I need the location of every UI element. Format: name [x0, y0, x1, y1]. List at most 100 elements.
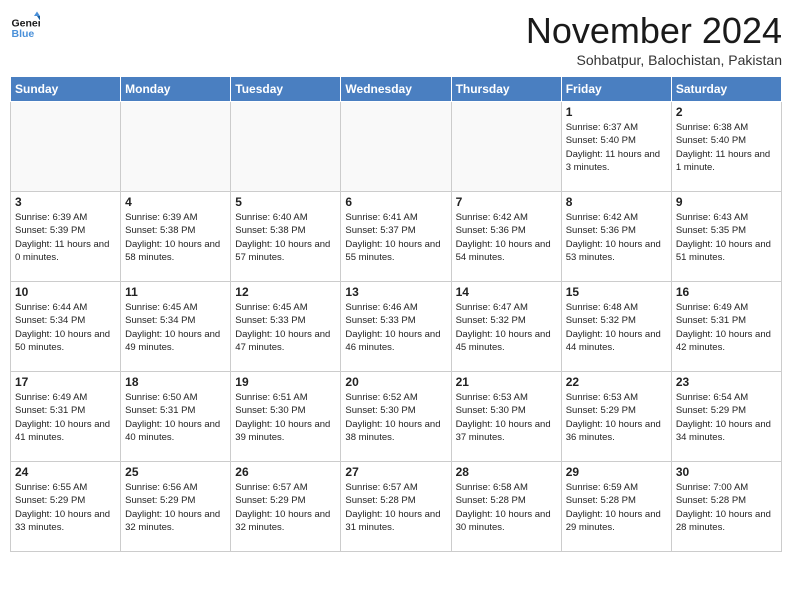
calendar-cell: 22Sunrise: 6:53 AM Sunset: 5:29 PM Dayli… — [561, 372, 671, 462]
day-number: 7 — [456, 195, 557, 209]
day-info: Sunrise: 6:49 AM Sunset: 5:31 PM Dayligh… — [676, 301, 777, 354]
day-number: 29 — [566, 465, 667, 479]
day-info: Sunrise: 6:44 AM Sunset: 5:34 PM Dayligh… — [15, 301, 116, 354]
day-info: Sunrise: 7:00 AM Sunset: 5:28 PM Dayligh… — [676, 481, 777, 534]
calendar-cell — [231, 102, 341, 192]
day-info: Sunrise: 6:41 AM Sunset: 5:37 PM Dayligh… — [345, 211, 446, 264]
day-number: 28 — [456, 465, 557, 479]
weekday-header-friday: Friday — [561, 77, 671, 102]
day-number: 12 — [235, 285, 336, 299]
calendar-cell: 13 Sunrise: 6:46 AM Sunset: 5:33 PM Dayli… — [341, 282, 451, 372]
day-number: 6 — [345, 195, 446, 209]
calendar-cell: 5Sunrise: 6:40 AM Sunset: 5:38 PM Daylig… — [231, 192, 341, 282]
calendar-cell: 21 Sunrise: 6:53 AM Sunset: 5:30 PM Dayli… — [451, 372, 561, 462]
day-number: 19 — [235, 375, 336, 389]
day-info: Sunrise: 6:55 AM Sunset: 5:29 PM Dayligh… — [15, 481, 116, 534]
day-info: Sunrise: 6:45 AM Sunset: 5:34 PM Dayligh… — [125, 301, 226, 354]
day-number: 13 — [345, 285, 446, 299]
day-info: Sunrise: 6:40 AM Sunset: 5:38 PM Dayligh… — [235, 211, 336, 264]
day-number: 25 — [125, 465, 226, 479]
day-number: 10 — [15, 285, 116, 299]
day-info: Sunrise: 6:37 AM Sunset: 5:40 PM Dayligh… — [566, 121, 667, 174]
day-number: 15 — [566, 285, 667, 299]
day-number: 26 — [235, 465, 336, 479]
calendar-cell: 14 Sunrise: 6:47 AM Sunset: 5:32 PM Dayli… — [451, 282, 561, 372]
month-title: November 2024 — [526, 10, 782, 52]
day-info: Sunrise: 6:42 AM Sunset: 5:36 PM Dayligh… — [566, 211, 667, 264]
day-info: Sunrise: 6:59 AM Sunset: 5:28 PM Dayligh… — [566, 481, 667, 534]
day-number: 14 — [456, 285, 557, 299]
day-info: Sunrise: 6:53 AM Sunset: 5:30 PM Dayligh… — [456, 391, 557, 444]
day-info: Sunrise: 6:49 AM Sunset: 5:31 PM Dayligh… — [15, 391, 116, 444]
calendar-cell: 23Sunrise: 6:54 AM Sunset: 5:29 PM Dayli… — [671, 372, 781, 462]
calendar-cell — [11, 102, 121, 192]
day-number: 24 — [15, 465, 116, 479]
day-number: 20 — [345, 375, 446, 389]
day-info: Sunrise: 6:42 AM Sunset: 5:36 PM Dayligh… — [456, 211, 557, 264]
day-number: 2 — [676, 105, 777, 119]
day-number: 8 — [566, 195, 667, 209]
day-info: Sunrise: 6:43 AM Sunset: 5:35 PM Dayligh… — [676, 211, 777, 264]
weekday-header-monday: Monday — [121, 77, 231, 102]
calendar-week-5: 24 Sunrise: 6:55 AM Sunset: 5:29 PM Dayli… — [11, 462, 782, 552]
calendar-cell: 12 Sunrise: 6:45 AM Sunset: 5:33 PM Dayli… — [231, 282, 341, 372]
day-number: 30 — [676, 465, 777, 479]
calendar-header-row: SundayMondayTuesdayWednesdayThursdayFrid… — [11, 77, 782, 102]
calendar-cell: 26 Sunrise: 6:57 AM Sunset: 5:29 PM Dayli… — [231, 462, 341, 552]
calendar-cell: 6 Sunrise: 6:41 AM Sunset: 5:37 PM Daylig… — [341, 192, 451, 282]
calendar-week-1: 1 Sunrise: 6:37 AM Sunset: 5:40 PM Daylig… — [11, 102, 782, 192]
calendar-cell — [121, 102, 231, 192]
calendar-cell: 19 Sunrise: 6:51 AM Sunset: 5:30 PM Dayli… — [231, 372, 341, 462]
day-info: Sunrise: 6:39 AM Sunset: 5:38 PM Dayligh… — [125, 211, 226, 264]
weekday-header-sunday: Sunday — [11, 77, 121, 102]
day-number: 11 — [125, 285, 226, 299]
day-info: Sunrise: 6:48 AM Sunset: 5:32 PM Dayligh… — [566, 301, 667, 354]
calendar-cell: 10 Sunrise: 6:44 AM Sunset: 5:34 PM Dayli… — [11, 282, 121, 372]
calendar-cell: 16Sunrise: 6:49 AM Sunset: 5:31 PM Dayli… — [671, 282, 781, 372]
day-info: Sunrise: 6:50 AM Sunset: 5:31 PM Dayligh… — [125, 391, 226, 444]
calendar-cell: 8 Sunrise: 6:42 AM Sunset: 5:36 PM Daylig… — [561, 192, 671, 282]
day-info: Sunrise: 6:58 AM Sunset: 5:28 PM Dayligh… — [456, 481, 557, 534]
calendar-cell: 17 Sunrise: 6:49 AM Sunset: 5:31 PM Dayli… — [11, 372, 121, 462]
page-header: General Blue November 2024 Sohbatpur, Ba… — [10, 10, 782, 68]
weekday-header-thursday: Thursday — [451, 77, 561, 102]
calendar-cell: 9 Sunrise: 6:43 AM Sunset: 5:35 PM Daylig… — [671, 192, 781, 282]
calendar-cell: 3 Sunrise: 6:39 AM Sunset: 5:39 PM Daylig… — [11, 192, 121, 282]
calendar-cell: 29 Sunrise: 6:59 AM Sunset: 5:28 PM Dayli… — [561, 462, 671, 552]
day-info: Sunrise: 6:45 AM Sunset: 5:33 PM Dayligh… — [235, 301, 336, 354]
calendar-cell — [451, 102, 561, 192]
calendar-week-3: 10 Sunrise: 6:44 AM Sunset: 5:34 PM Dayli… — [11, 282, 782, 372]
weekday-header-saturday: Saturday — [671, 77, 781, 102]
day-info: Sunrise: 6:57 AM Sunset: 5:29 PM Dayligh… — [235, 481, 336, 534]
calendar-cell — [341, 102, 451, 192]
calendar-cell: 27Sunrise: 6:57 AM Sunset: 5:28 PM Dayli… — [341, 462, 451, 552]
day-number: 1 — [566, 105, 667, 119]
day-number: 17 — [15, 375, 116, 389]
day-info: Sunrise: 6:51 AM Sunset: 5:30 PM Dayligh… — [235, 391, 336, 444]
calendar-cell: 30 Sunrise: 7:00 AM Sunset: 5:28 PM Dayli… — [671, 462, 781, 552]
day-number: 3 — [15, 195, 116, 209]
calendar-cell: 24 Sunrise: 6:55 AM Sunset: 5:29 PM Dayli… — [11, 462, 121, 552]
day-info: Sunrise: 6:47 AM Sunset: 5:32 PM Dayligh… — [456, 301, 557, 354]
weekday-header-wednesday: Wednesday — [341, 77, 451, 102]
day-info: Sunrise: 6:38 AM Sunset: 5:40 PM Dayligh… — [676, 121, 777, 174]
day-number: 21 — [456, 375, 557, 389]
title-area: November 2024 Sohbatpur, Balochistan, Pa… — [526, 10, 782, 68]
calendar-table: SundayMondayTuesdayWednesdayThursdayFrid… — [10, 76, 782, 552]
calendar-cell: 18 Sunrise: 6:50 AM Sunset: 5:31 PM Dayli… — [121, 372, 231, 462]
location-subtitle: Sohbatpur, Balochistan, Pakistan — [526, 52, 782, 68]
day-number: 18 — [125, 375, 226, 389]
calendar-cell: 25 Sunrise: 6:56 AM Sunset: 5:29 PM Dayli… — [121, 462, 231, 552]
calendar-cell: 4Sunrise: 6:39 AM Sunset: 5:38 PM Daylig… — [121, 192, 231, 282]
day-info: Sunrise: 6:56 AM Sunset: 5:29 PM Dayligh… — [125, 481, 226, 534]
weekday-header-tuesday: Tuesday — [231, 77, 341, 102]
day-info: Sunrise: 6:39 AM Sunset: 5:39 PM Dayligh… — [15, 211, 116, 264]
day-number: 27 — [345, 465, 446, 479]
day-number: 22 — [566, 375, 667, 389]
day-info: Sunrise: 6:46 AM Sunset: 5:33 PM Dayligh… — [345, 301, 446, 354]
calendar-week-4: 17 Sunrise: 6:49 AM Sunset: 5:31 PM Dayli… — [11, 372, 782, 462]
day-number: 9 — [676, 195, 777, 209]
calendar-cell: 28 Sunrise: 6:58 AM Sunset: 5:28 PM Dayli… — [451, 462, 561, 552]
logo: General Blue — [10, 10, 40, 40]
calendar-cell: 2 Sunrise: 6:38 AM Sunset: 5:40 PM Daylig… — [671, 102, 781, 192]
